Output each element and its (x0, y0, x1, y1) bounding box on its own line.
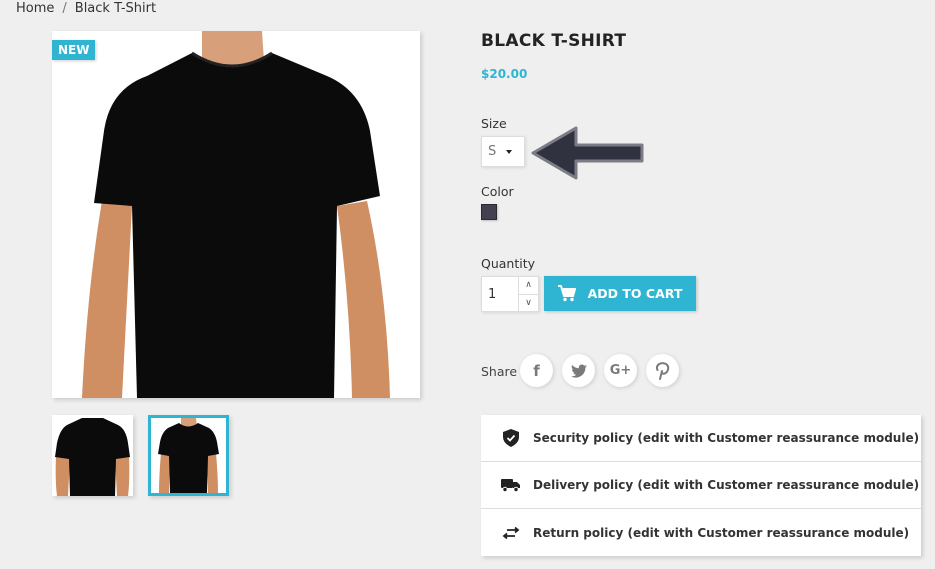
breadcrumb-current: Black T-Shirt (74, 1, 157, 16)
cart-icon (557, 285, 576, 302)
size-label: Size (481, 116, 507, 131)
breadcrumb: Home / Black T-Shirt (16, 1, 156, 16)
breadcrumb-home[interactable]: Home (16, 1, 54, 16)
reassurance-block: Security policy (edit with Customer reas… (481, 415, 921, 556)
reassurance-text: Security policy (edit with Customer reas… (533, 431, 920, 445)
thumbnail-front-image (151, 418, 226, 493)
thumbnail-back-image (52, 415, 133, 496)
shield-check-icon (503, 429, 519, 447)
twitter-icon (570, 364, 587, 378)
quantity-label: Quantity (481, 256, 536, 271)
reassurance-item-delivery: Delivery policy (edit with Customer reas… (481, 462, 921, 509)
swap-arrows-icon (502, 526, 520, 539)
new-badge: NEW (52, 40, 96, 60)
pinterest-share-button[interactable] (646, 354, 679, 387)
add-to-cart-button[interactable]: ADD TO CART (544, 276, 696, 311)
pinterest-icon (655, 361, 669, 380)
breadcrumb-separator: / (62, 1, 67, 16)
thumbnail-front[interactable] (148, 415, 229, 496)
quantity-input[interactable]: 1 (482, 277, 519, 311)
product-title: BLACK T-SHIRT (481, 31, 627, 51)
color-swatch-dark[interactable] (481, 204, 497, 220)
tshirt-model-image (52, 31, 420, 398)
size-select[interactable]: S (481, 136, 525, 167)
quantity-stepper[interactable]: 1 ∧ ∨ (481, 276, 539, 312)
arrow-left-icon (531, 126, 644, 180)
truck-icon (501, 479, 520, 492)
quantity-increment-button[interactable]: ∧ (519, 277, 538, 295)
thumbnail-back[interactable] (52, 415, 133, 496)
share-label: Share (481, 364, 518, 379)
product-price: $20.00 (481, 67, 528, 81)
add-to-cart-label: ADD TO CART (587, 286, 683, 301)
twitter-share-button[interactable] (562, 354, 595, 387)
reassurance-item-return: Return policy (edit with Customer reassu… (481, 509, 921, 556)
size-value: S (488, 144, 497, 159)
reassurance-text: Return policy (edit with Customer reassu… (533, 525, 910, 540)
chevron-down-icon (506, 149, 513, 154)
facebook-icon: f (533, 361, 540, 380)
reassurance-item-security: Security policy (edit with Customer reas… (481, 415, 921, 462)
facebook-share-button[interactable]: f (520, 354, 553, 387)
color-label: Color (481, 184, 514, 199)
product-main-image[interactable]: NEW (52, 31, 420, 398)
google-plus-share-button[interactable]: G+ (604, 354, 637, 387)
quantity-decrement-button[interactable]: ∨ (519, 295, 538, 312)
reassurance-text: Delivery policy (edit with Customer reas… (533, 478, 920, 492)
google-plus-icon: G+ (609, 363, 632, 378)
